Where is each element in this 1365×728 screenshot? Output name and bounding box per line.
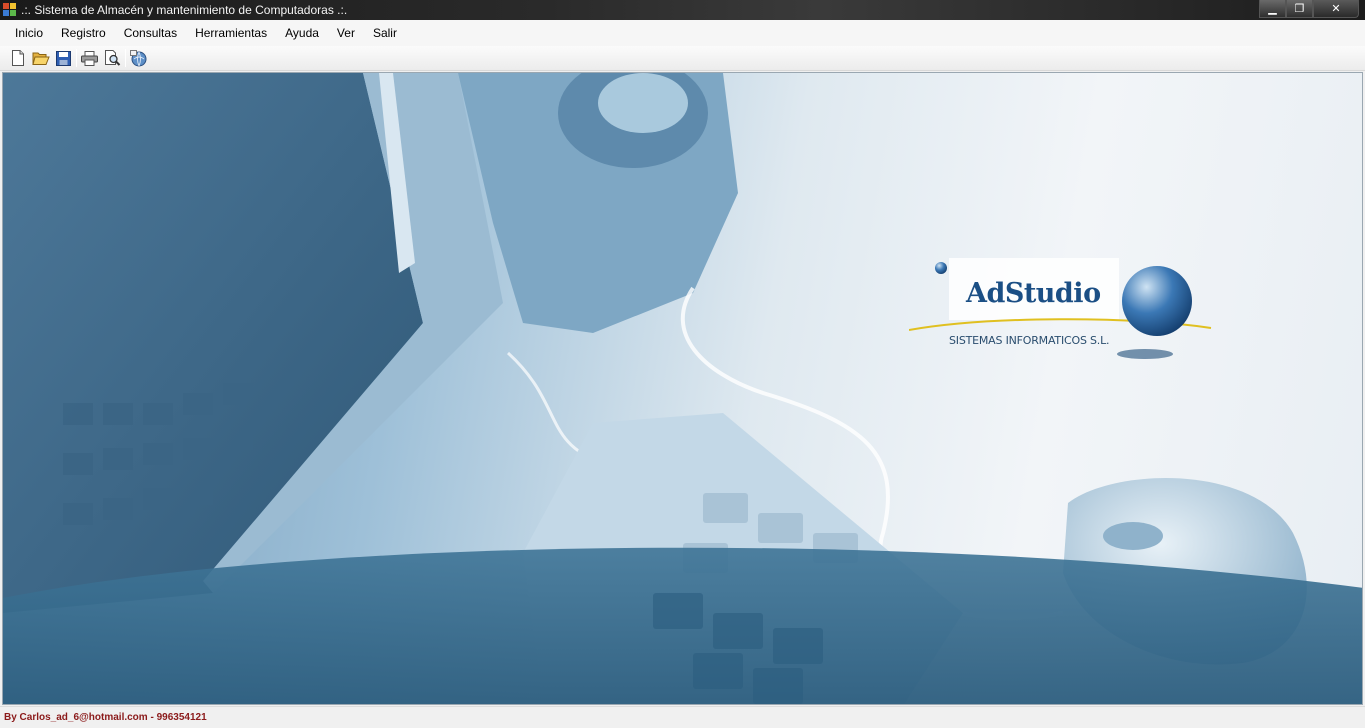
logo-brand-text: AdStudio — [966, 278, 1101, 309]
menu-bar: Inicio Registro Consultas Herramientas A… — [0, 20, 1365, 46]
background-image: AdStudio SISTEMAS INFORMATICOS S.L. — [2, 72, 1363, 705]
window-title: .:. Sistema de Almacén y mantenimiento d… — [21, 3, 348, 17]
save-icon — [56, 50, 71, 66]
menu-ver[interactable]: Ver — [328, 20, 364, 46]
minimize-icon: ▁ — [1268, 3, 1277, 15]
menu-consultas[interactable]: Consultas — [115, 20, 186, 46]
close-icon: ✕ — [1331, 3, 1341, 15]
menu-inicio[interactable]: Inicio — [6, 20, 52, 46]
window-controls: ▁ ❐ ✕ — [1259, 0, 1359, 18]
minimize-button[interactable]: ▁ — [1259, 0, 1286, 18]
restore-icon: ❐ — [1294, 3, 1305, 15]
toolbar — [0, 46, 1365, 71]
new-button[interactable] — [6, 47, 29, 69]
web-help-button[interactable] — [127, 47, 150, 69]
menu-herramientas[interactable]: Herramientas — [186, 20, 276, 46]
logo-subtitle: SISTEMAS INFORMATICOS S.L. — [949, 334, 1110, 347]
new-document-icon — [11, 50, 24, 66]
logo-graphic — [909, 258, 1212, 359]
menu-ayuda[interactable]: Ayuda — [276, 20, 328, 46]
open-button[interactable] — [29, 47, 52, 69]
print-button[interactable] — [78, 47, 101, 69]
title-bar: .:. Sistema de Almacén y mantenimiento d… — [0, 0, 1365, 20]
save-button[interactable] — [52, 47, 75, 69]
status-bar: By Carlos_ad_6@hotmail.com - 996354121 — [0, 706, 1365, 728]
menu-registro[interactable]: Registro — [52, 20, 115, 46]
status-credits: By Carlos_ad_6@hotmail.com - 996354121 — [4, 712, 207, 723]
web-help-icon — [130, 49, 147, 66]
close-button[interactable]: ✕ — [1313, 0, 1359, 18]
open-folder-icon — [31, 52, 50, 65]
adstudio-logo: AdStudio SISTEMAS INFORMATICOS S.L. — [909, 258, 1229, 368]
computer-illustration — [3, 73, 1362, 704]
toolbar-separator — [76, 49, 77, 67]
menu-salir[interactable]: Salir — [364, 20, 406, 46]
restore-button[interactable]: ❐ — [1286, 0, 1313, 18]
print-preview-icon — [105, 50, 121, 66]
app-icon[interactable] — [3, 3, 17, 17]
toolbar-separator — [125, 49, 126, 67]
print-preview-button[interactable] — [101, 47, 124, 69]
print-icon — [81, 50, 98, 66]
